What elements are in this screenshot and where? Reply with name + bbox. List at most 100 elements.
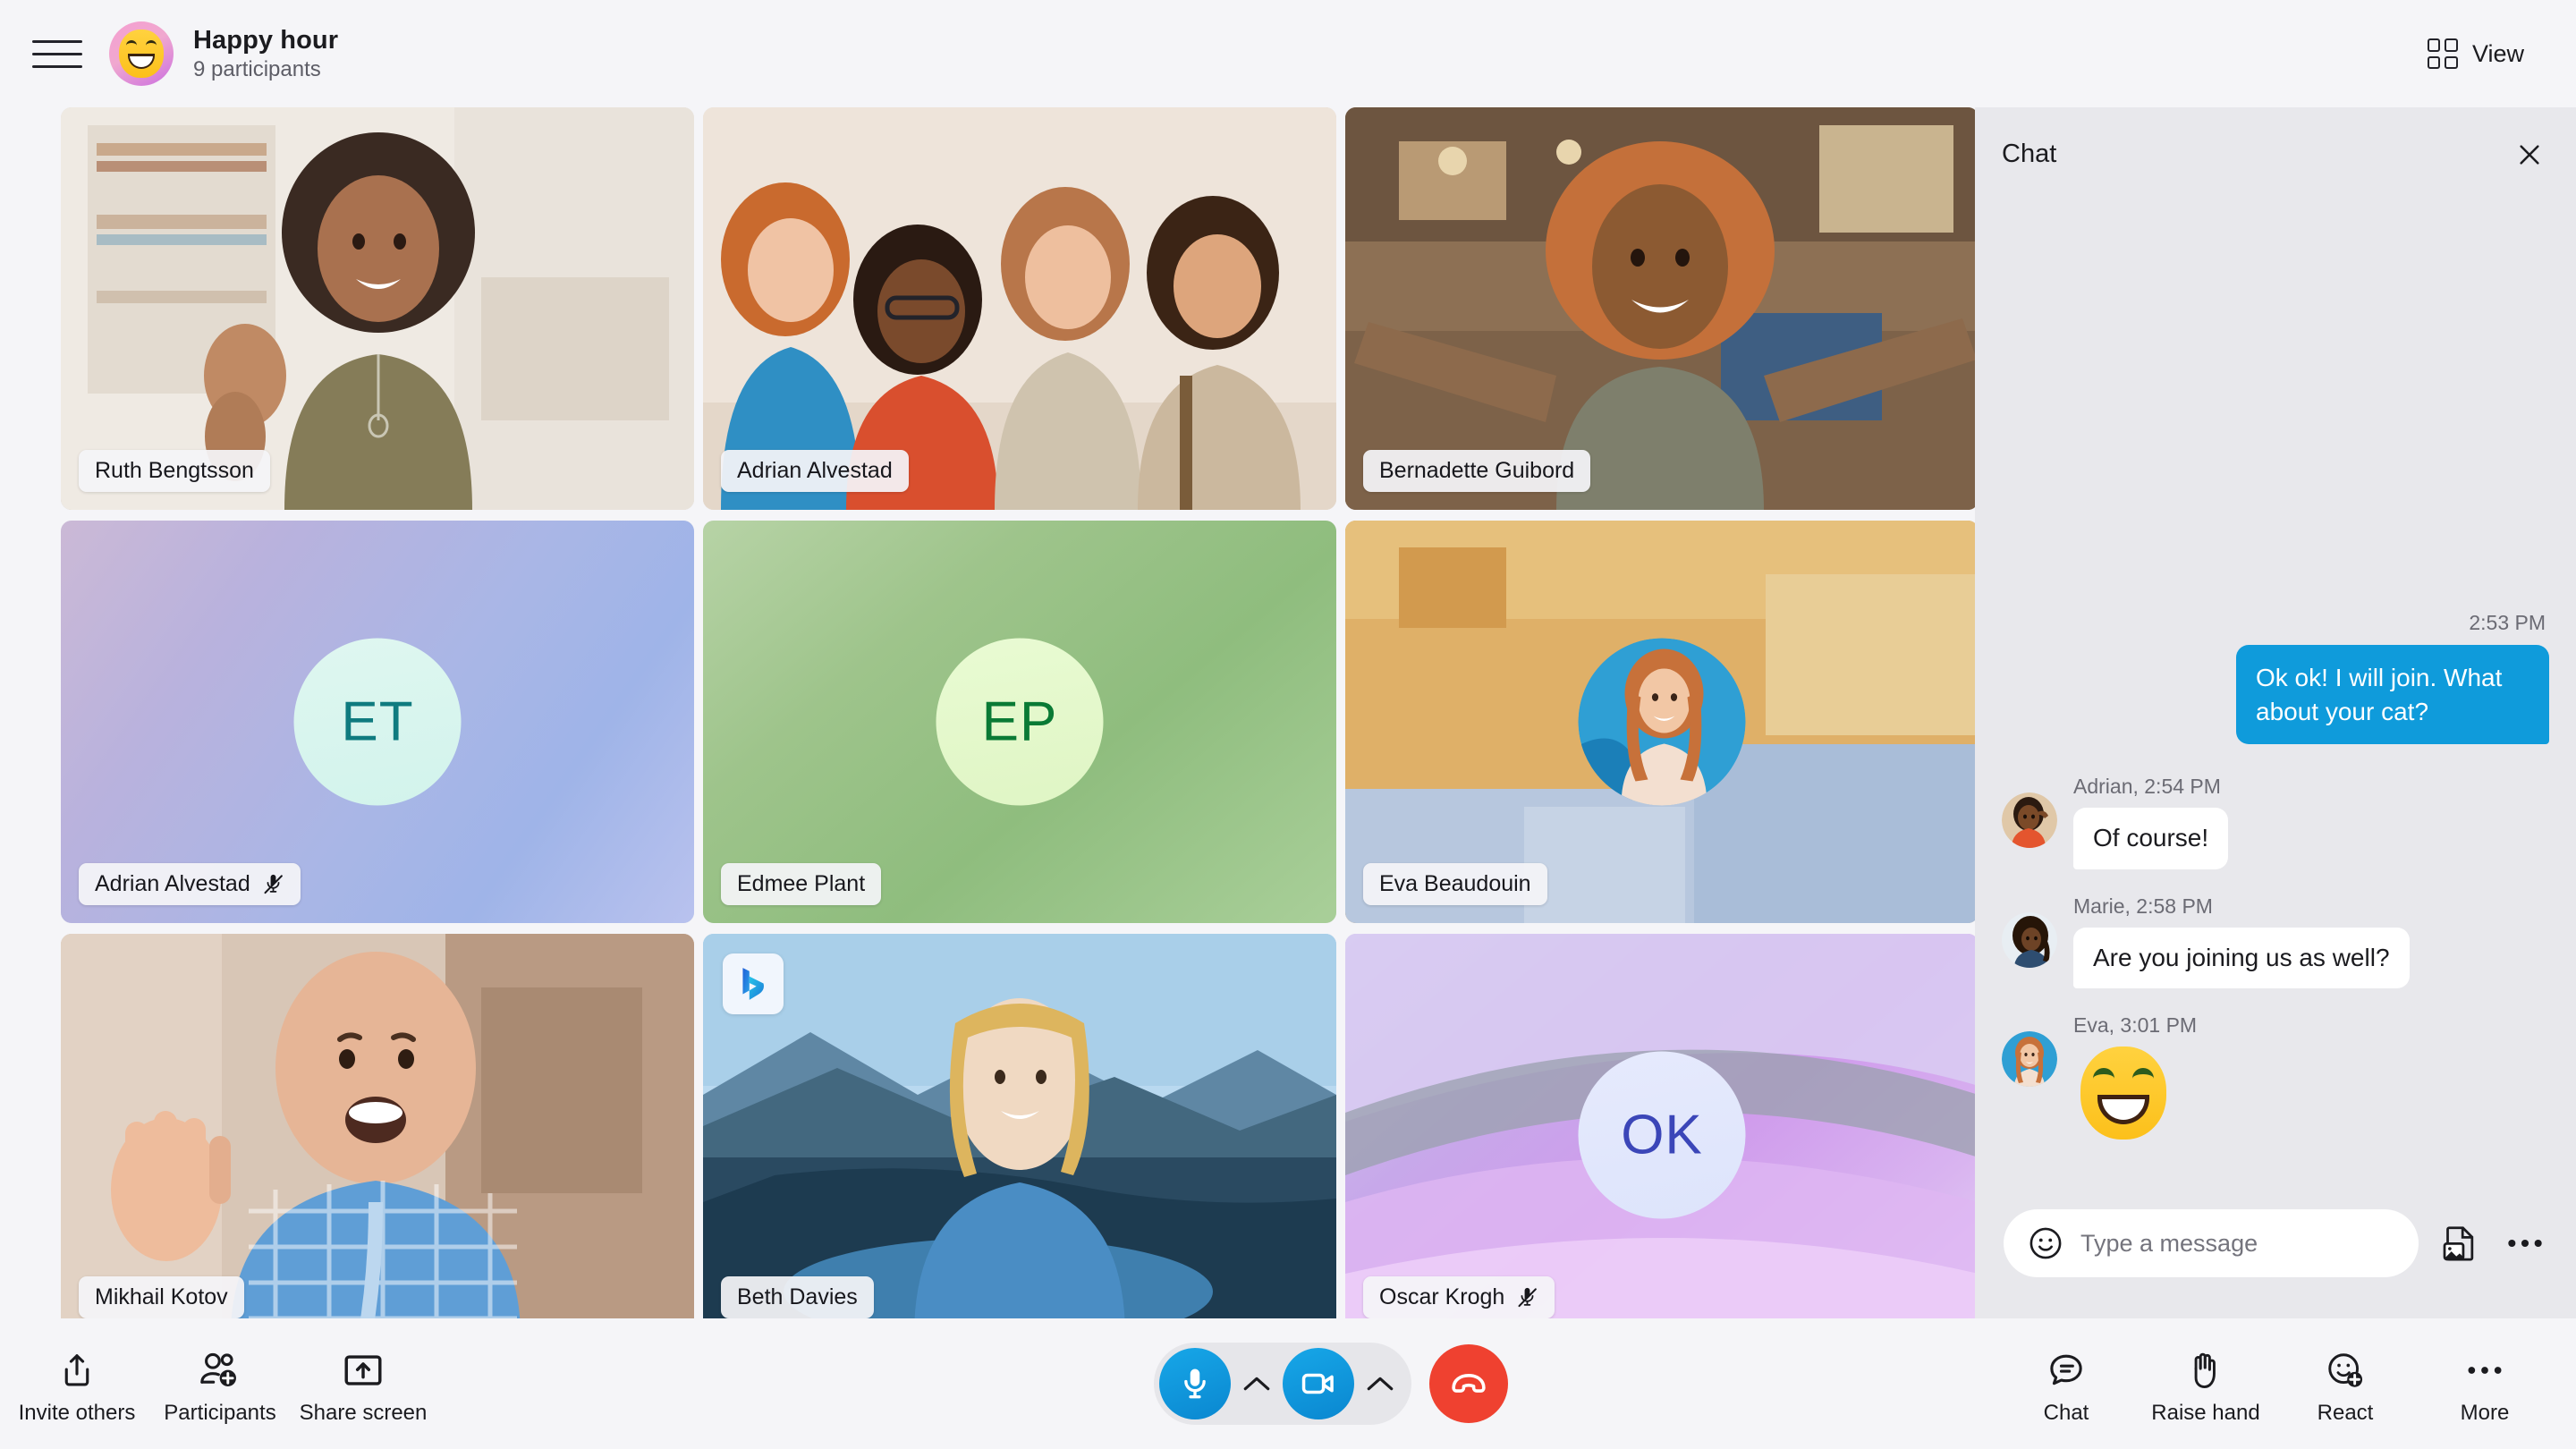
participant-initials-avatar: ET [293, 638, 462, 806]
grid-view-icon [2427, 38, 2458, 69]
message-body: Marie, 2:58 PM Are you joining us as wel… [2073, 894, 2410, 988]
participant-name-chip: Ruth Bengtsson [79, 450, 270, 492]
share-screen-button[interactable]: Share screen [297, 1343, 429, 1426]
message-bubble[interactable]: Are you joining us as well? [2073, 927, 2410, 988]
emoji-picker-icon[interactable] [2027, 1224, 2064, 1262]
end-call-button[interactable] [1429, 1344, 1508, 1423]
participant-name-chip: Eva Beaudouin [1363, 863, 1547, 905]
participant-name: Adrian Alvestad [737, 458, 893, 483]
close-glyph [2520, 144, 2539, 165]
invite-others-button[interactable]: Invite others [11, 1343, 143, 1426]
message-body: Adrian, 2:54 PM Of course! [2073, 775, 2229, 869]
tool-label: React [2317, 1400, 2374, 1425]
more-options-icon[interactable] [2503, 1221, 2547, 1266]
add-image-icon[interactable] [2438, 1221, 2483, 1266]
raise-hand-button[interactable]: Raise hand [2140, 1343, 2272, 1426]
chat-panel-title: Chat [2002, 140, 2057, 168]
smiling-face-emoji-avatar [119, 30, 164, 78]
participant-name-chip: Adrian Alvestad [79, 863, 301, 905]
participants-button[interactable]: Participants [154, 1343, 286, 1426]
more-button[interactable]: More [2419, 1343, 2551, 1426]
chat-message-incoming: Eva, 3:01 PM [2002, 1013, 2549, 1140]
video-tile[interactable]: OK Oscar Krogh [1345, 934, 1979, 1336]
video-tile[interactable]: Beth Davies [703, 934, 1336, 1336]
chat-message-incoming: Adrian, 2:54 PM Of course! [2002, 775, 2549, 869]
participant-name: Oscar Krogh [1379, 1284, 1505, 1309]
share-screen-icon [343, 1348, 384, 1393]
video-tile[interactable]: Mikhail Kotov [61, 934, 694, 1336]
microphone-icon [1184, 1368, 1206, 1399]
participant-name: Mikhail Kotov [95, 1284, 228, 1309]
message-input-wrapper[interactable]: Type a message [2004, 1209, 2419, 1277]
tool-label: Invite others [18, 1400, 136, 1425]
participant-photo-eva [1578, 638, 1746, 806]
tool-label: Chat [2043, 1400, 2089, 1425]
participant-name-chip: Bernadette Guibord [1363, 450, 1591, 492]
ellipsis-glyph [2468, 1366, 2502, 1374]
message-bubble[interactable]: Ok ok! I will join. What about your cat? [2236, 645, 2549, 745]
right-toolbar: Chat Raise hand React More [1975, 1318, 2576, 1449]
avatar [2002, 1031, 2057, 1087]
close-icon[interactable] [2510, 135, 2549, 174]
bottom-toolbar: Invite others Participants Share screen … [0, 1318, 2576, 1449]
view-button-label: View [2471, 39, 2524, 67]
chat-panel: Chat 2:53 PM Ok ok! I will join. What ab… [1975, 107, 2576, 1318]
bing-glyph [742, 968, 764, 1000]
chat-glyph [2050, 1354, 2082, 1385]
participant-count: 9 participants [193, 56, 321, 81]
video-tile[interactable]: Bernadette Guibord [1345, 107, 1979, 510]
tool-label: More [2460, 1400, 2510, 1425]
top-bar: Happy hour 9 participants View [0, 0, 2576, 107]
camera-options-chevron[interactable] [1354, 1374, 1406, 1394]
video-tile[interactable]: EP Edmee Plant [703, 521, 1336, 923]
raise-hand-glyph [2194, 1352, 2216, 1388]
more-options-icon [2465, 1348, 2504, 1393]
add-reaction-glyph [2328, 1352, 2363, 1387]
mic-muted-icon [264, 874, 283, 894]
chat-message-list: 2:53 PM Ok ok! I will join. What about y… [1975, 201, 2576, 1184]
mic-options-chevron[interactable] [1231, 1374, 1283, 1394]
avatar-marie [2002, 911, 2057, 968]
participant-photo-avatar [1578, 638, 1746, 806]
microphone-button[interactable] [1159, 1348, 1231, 1419]
video-tile[interactable]: Adrian Alvestad [703, 107, 1336, 510]
meeting-avatar [109, 21, 174, 86]
message-body: Eva, 3:01 PM [2073, 1013, 2197, 1140]
tool-label: Share screen [299, 1400, 428, 1425]
mic-camera-pill [1154, 1343, 1411, 1425]
avatar [2002, 792, 2057, 849]
participant-name-chip: Adrian Alvestad [721, 450, 909, 492]
chat-header: Chat [1975, 107, 2576, 201]
meeting-window: Happy hour 9 participants View Ruth Beng… [0, 0, 2576, 1449]
mic-muted-icon [1518, 1287, 1538, 1308]
grinning-smiling-eyes-emoji[interactable] [2080, 1046, 2166, 1140]
message-input-placeholder: Type a message [2080, 1229, 2258, 1257]
avatar-initials: EP [981, 691, 1058, 753]
video-tile[interactable]: Ruth Bengtsson [61, 107, 694, 510]
page-title: Happy hour [193, 25, 339, 55]
add-person-glyph [200, 1352, 236, 1386]
chat-message-outgoing: 2:53 PM Ok ok! I will join. What about y… [2002, 611, 2549, 745]
chat-message-incoming: Marie, 2:58 PM Are you joining us as wel… [2002, 894, 2549, 988]
avatar-initials: OK [1621, 1104, 1703, 1166]
message-bubble[interactable]: Of course! [2073, 808, 2229, 869]
add-reaction-icon [2326, 1348, 2365, 1393]
message-meta: Adrian, 2:54 PM [2073, 775, 2221, 799]
message-meta: Marie, 2:58 PM [2073, 894, 2213, 918]
avatar-adrian [2002, 792, 2057, 849]
view-button[interactable]: View [2417, 30, 2535, 78]
participant-name: Beth Davies [737, 1284, 858, 1309]
participant-name: Eva Beaudouin [1379, 871, 1531, 896]
video-tile[interactable]: Eva Beaudouin [1345, 521, 1979, 923]
call-controls [1154, 1343, 1508, 1425]
hamburger-menu-icon[interactable] [32, 34, 82, 73]
video-tile[interactable]: ET Adrian Alvestad [61, 521, 694, 923]
camera-icon [1301, 1373, 1334, 1394]
participant-name: Bernadette Guibord [1379, 458, 1575, 483]
chevron-up-icon [1243, 1377, 1270, 1391]
chat-button[interactable]: Chat [2000, 1343, 2132, 1426]
chevron-up-icon [1367, 1377, 1394, 1391]
react-button[interactable]: React [2279, 1343, 2411, 1426]
camera-button[interactable] [1283, 1348, 1354, 1419]
chat-compose-bar: Type a message [1975, 1184, 2576, 1318]
